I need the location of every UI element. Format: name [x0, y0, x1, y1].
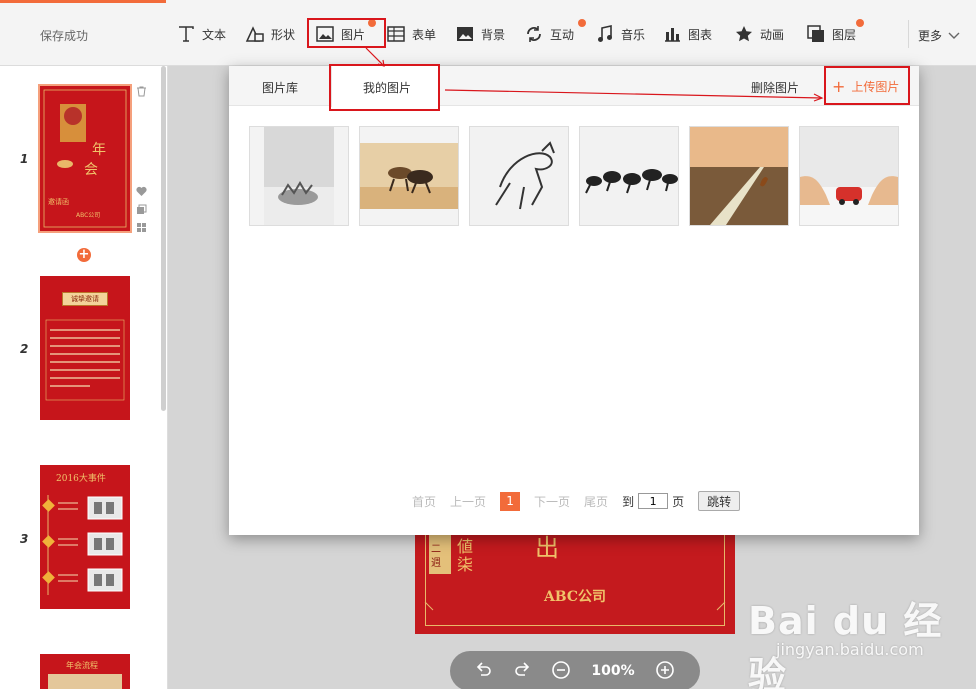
jump-button[interactable]: 跳转 — [698, 491, 741, 511]
slide-title: 年会流程 — [66, 661, 98, 670]
slide-number: 3 — [20, 532, 29, 546]
slide-thumbnail-1[interactable]: 年 会 邀请函 ABC公司 — [38, 84, 132, 233]
svg-text:邀请函: 邀请函 — [48, 197, 69, 206]
slide-company-text: ABC公司 — [76, 212, 101, 219]
more-menu[interactable]: 更多 — [918, 27, 960, 44]
tool-label: 文本 — [202, 27, 227, 42]
slide-number: 1 — [20, 152, 29, 166]
image-thumb[interactable] — [249, 126, 349, 226]
tool-layer[interactable]: 图层 — [806, 19, 864, 46]
svg-text:出: 出 — [535, 534, 559, 562]
tool-chart[interactable]: 图表 — [662, 22, 712, 46]
image-thumb[interactable] — [579, 126, 679, 226]
svg-text:会: 会 — [84, 162, 98, 178]
sidebar-scrollbar[interactable] — [161, 66, 166, 411]
new-badge — [578, 19, 586, 27]
form-icon — [386, 24, 406, 44]
star-icon — [734, 24, 754, 44]
image-thumb[interactable] — [689, 126, 789, 226]
next-page-link[interactable]: 下一页 — [534, 493, 570, 510]
image-grid — [249, 126, 899, 226]
tool-label: 动画 — [760, 27, 785, 42]
tool-label: 背景 — [481, 27, 506, 42]
more-label: 更多 — [918, 29, 943, 43]
slide-number: 2 — [20, 342, 29, 356]
layer-icon — [806, 24, 826, 44]
zoom-level: 100% — [591, 663, 635, 679]
image-thumb[interactable] — [359, 126, 459, 226]
highlight-my-images-tab — [329, 64, 440, 111]
tool-text[interactable]: 文本 — [176, 22, 226, 46]
slide-sidebar: 1 年 会 邀请函 ABC公司 + 2 诚挚邀请 3 2016大事件 年会流程 — [0, 66, 168, 689]
music-icon — [595, 24, 615, 44]
slide-thumbnail-4[interactable]: 年会流程 — [40, 654, 130, 689]
shape-icon — [245, 24, 265, 44]
save-status: 保存成功 — [40, 29, 89, 43]
copy-icon[interactable] — [136, 204, 147, 215]
zoom-in-icon[interactable] — [655, 660, 675, 683]
delete-images-button[interactable]: 删除图片 — [751, 79, 799, 96]
tool-background[interactable]: 背景 — [455, 22, 505, 46]
slide-thumbnail-2[interactable]: 诚挚邀请 — [40, 276, 130, 420]
tab-image-library[interactable]: 图片库 — [262, 79, 298, 96]
image-thumb[interactable] — [799, 126, 899, 226]
svg-text:値: 値 — [457, 537, 473, 556]
page-number-input[interactable] — [638, 493, 669, 509]
grid-icon[interactable] — [136, 222, 147, 233]
interaction-icon — [524, 24, 544, 44]
text-icon — [176, 24, 196, 44]
tool-label: 图表 — [688, 27, 713, 42]
new-badge — [856, 19, 864, 27]
tool-shape[interactable]: 形状 — [245, 22, 295, 46]
tool-music[interactable]: 音乐 — [595, 22, 645, 46]
top-toolbar: 保存成功 文本 形状 图片 表单 背景 互动 音乐 图表 动画 图层 更多 — [0, 0, 976, 66]
highlight-image-tool — [307, 18, 386, 48]
scroll-decoration — [48, 674, 122, 689]
undo-icon[interactable] — [475, 661, 493, 682]
first-page-link[interactable]: 首页 — [412, 493, 436, 510]
tool-label: 图层 — [832, 27, 857, 42]
slide-thumbnail-3[interactable]: 2016大事件 — [40, 465, 130, 609]
highlight-upload-button — [824, 66, 910, 105]
active-tab-accent — [0, 0, 166, 3]
tool-animation[interactable]: 动画 — [734, 22, 784, 46]
canvas-company-text: ABC公司 — [543, 589, 607, 605]
redo-icon[interactable] — [513, 661, 531, 682]
baidu-watermark: Bai du 经验 jingyan.baidu.com — [748, 590, 976, 689]
add-slide-button[interactable]: + — [77, 248, 91, 262]
tool-label: 互动 — [550, 27, 575, 42]
zoom-controls: 100% — [450, 651, 700, 689]
page-unit-label: 页 — [672, 494, 685, 509]
tool-label: 音乐 — [621, 27, 646, 42]
chart-icon — [662, 24, 682, 44]
background-icon — [455, 24, 475, 44]
pagination: 首页 上一页 1 下一页 尾页 到 页 跳转 — [412, 491, 741, 511]
current-page[interactable]: 1 — [500, 491, 521, 511]
image-thumb[interactable] — [469, 126, 569, 226]
svg-text:柒: 柒 — [457, 555, 473, 574]
tool-interaction[interactable]: 互动 — [524, 19, 586, 46]
tool-label: 形状 — [271, 27, 296, 42]
chevron-down-icon — [948, 29, 960, 43]
zoom-out-icon[interactable] — [551, 660, 571, 683]
heart-icon[interactable] — [136, 186, 147, 197]
tool-form[interactable]: 表单 — [386, 22, 436, 46]
svg-text:週: 週 — [431, 557, 441, 569]
svg-text:年: 年 — [92, 142, 106, 158]
watermark-url: jingyan.baidu.com — [776, 640, 924, 659]
tool-label: 表单 — [412, 27, 437, 42]
image-picker-modal: 图片库 我的图片 删除图片 + 上传图片 首页 上一页 1 下一页 尾页 到 1… — [229, 66, 919, 535]
prev-page-link[interactable]: 上一页 — [450, 493, 486, 510]
goto-label: 到 — [622, 494, 635, 509]
last-page-link[interactable]: 尾页 — [584, 493, 608, 510]
toolbar-divider — [908, 20, 909, 48]
svg-text:二: 二 — [431, 544, 441, 555]
trash-icon[interactable] — [136, 86, 147, 97]
